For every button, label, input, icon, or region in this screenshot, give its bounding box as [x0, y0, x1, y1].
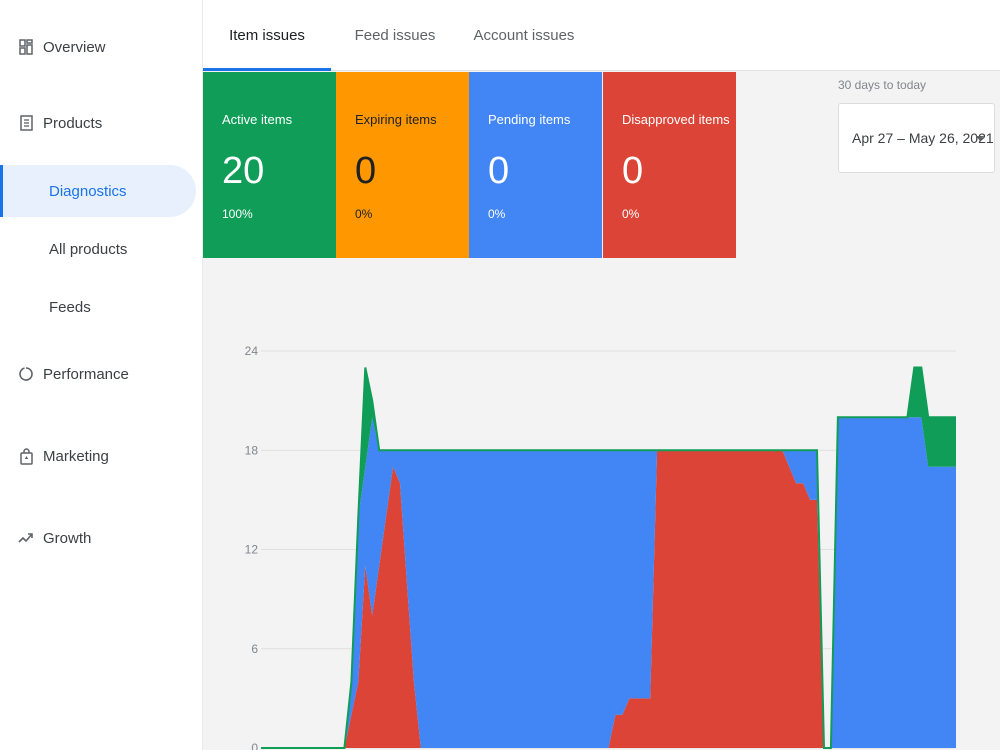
- card-percent: 100%: [222, 207, 253, 221]
- card-percent: 0%: [622, 207, 640, 221]
- sidebar-item-label: Feeds: [49, 298, 91, 316]
- main-content: Item issues Feed issues Account issues A…: [203, 0, 1000, 750]
- card-percent: 0%: [488, 207, 506, 221]
- tab-account-issues[interactable]: Account issues: [459, 0, 589, 71]
- card-percent: 0%: [355, 207, 373, 221]
- date-range-picker: 30 days to today Apr 27 – May 26, 2021: [838, 78, 995, 173]
- tab-label: Feed issues: [354, 27, 436, 44]
- card-label: Pending items: [488, 112, 571, 127]
- sidebar-item-label: Growth: [43, 529, 92, 547]
- sidebar-item-label: Products: [43, 114, 103, 132]
- disapproved-items-card[interactable]: Disapproved items 0 0%: [603, 72, 736, 258]
- products-icon: [18, 114, 34, 132]
- pending-items-card[interactable]: Pending items 0 0%: [469, 72, 602, 258]
- y-tick-label: 18: [245, 443, 259, 457]
- date-range-value: Apr 27 – May 26, 2021: [852, 130, 994, 146]
- sidebar-item-overview[interactable]: Overview: [0, 21, 196, 73]
- tab-label: Item issues: [229, 27, 305, 44]
- tab-feed-issues[interactable]: Feed issues: [331, 0, 459, 71]
- tab-item-issues[interactable]: Item issues: [203, 0, 331, 71]
- sidebar-item-all-products[interactable]: All products: [0, 223, 196, 275]
- performance-icon: [18, 365, 34, 383]
- sidebar-item-label: Marketing: [43, 447, 109, 465]
- item-status-chart: 0 6 12 18 24: [203, 258, 1000, 750]
- active-items-card[interactable]: Active items 20 100%: [203, 72, 336, 258]
- area-chart-svg: 0 6 12 18 24: [245, 344, 956, 750]
- tab-label: Account issues: [473, 27, 575, 44]
- y-tick-label: 0: [251, 741, 258, 750]
- sidebar-item-marketing[interactable]: Marketing: [0, 430, 196, 482]
- issue-tabs: Item issues Feed issues Account issues: [203, 0, 1000, 71]
- date-range-caption: 30 days to today: [838, 78, 927, 92]
- card-value: 0: [488, 150, 510, 192]
- card-value: 0: [355, 150, 377, 192]
- sidebar-item-products[interactable]: Products: [0, 97, 196, 149]
- y-tick-label: 12: [245, 543, 259, 557]
- sidebar-item-diagnostics[interactable]: Diagnostics: [0, 165, 196, 217]
- date-range-select[interactable]: Apr 27 – May 26, 2021: [838, 103, 995, 173]
- sidebar-item-label: All products: [49, 240, 128, 258]
- dashboard-icon: [18, 38, 34, 56]
- card-value: 0: [622, 150, 644, 192]
- card-label: Expiring items: [355, 112, 437, 127]
- sidebar: Overview Products Diagnostics All produc…: [0, 0, 203, 750]
- sidebar-item-label: Performance: [43, 365, 129, 383]
- active-tab-indicator: [203, 68, 331, 71]
- expiring-items-card[interactable]: Expiring items 0 0%: [336, 72, 469, 258]
- growth-icon: [18, 529, 34, 547]
- y-tick-label: 24: [245, 344, 259, 358]
- card-label: Disapproved items: [622, 112, 730, 127]
- card-label: Active items: [222, 112, 293, 127]
- sidebar-item-label: Diagnostics: [49, 182, 127, 200]
- y-tick-label: 6: [251, 642, 258, 656]
- card-value: 20: [222, 150, 265, 192]
- sidebar-item-feeds[interactable]: Feeds: [0, 281, 196, 333]
- merchant-center-app: Overview Products Diagnostics All produc…: [0, 0, 1000, 750]
- sidebar-item-growth[interactable]: Growth: [0, 512, 196, 564]
- marketing-icon: [18, 447, 34, 465]
- sidebar-item-performance[interactable]: Performance: [0, 348, 196, 400]
- sidebar-item-label: Overview: [43, 38, 106, 56]
- caret-down-icon: [976, 136, 984, 141]
